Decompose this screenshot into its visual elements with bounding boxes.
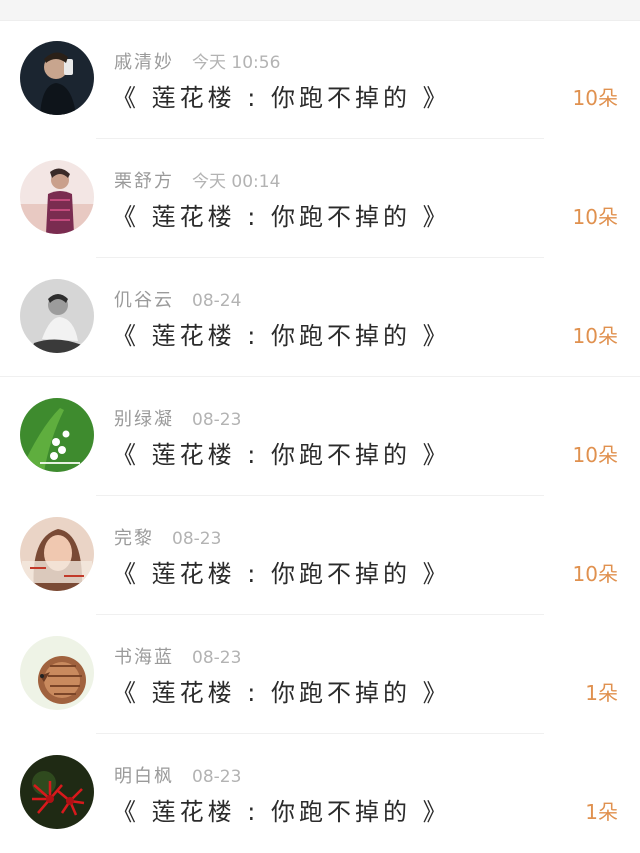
avatar[interactable]	[20, 279, 94, 353]
timestamp: 08-23	[192, 648, 242, 668]
avatar[interactable]	[20, 41, 94, 115]
avatar-image	[20, 160, 94, 234]
avatar-image	[20, 279, 94, 353]
user-line: 完黎 08-23	[114, 524, 222, 549]
list-item[interactable]: 书海蓝 08-23 《 莲花楼 : 你跑不掉的 》 1朵	[0, 615, 640, 734]
book-title[interactable]: 《 莲花楼 : 你跑不掉的 》	[112, 554, 451, 589]
user-name[interactable]: 栗舒方	[114, 171, 174, 192]
book-title[interactable]: 《 莲花楼 : 你跑不掉的 》	[112, 792, 451, 827]
gift-count: 1朵	[585, 800, 618, 824]
list-item[interactable]: 完黎 08-23 《 莲花楼 : 你跑不掉的 》 10朵	[0, 496, 640, 615]
avatar[interactable]	[20, 755, 94, 829]
user-line: 明白枫 08-23	[114, 762, 242, 787]
timestamp: 今天 10:56	[192, 53, 281, 73]
user-name[interactable]: 仉谷云	[114, 290, 174, 311]
gift-count: 1朵	[585, 681, 618, 705]
user-name[interactable]: 戚清妙	[114, 52, 174, 73]
user-name[interactable]: 完黎	[114, 528, 154, 549]
avatar-image	[20, 755, 94, 829]
book-title[interactable]: 《 莲花楼 : 你跑不掉的 》	[112, 197, 451, 232]
user-line: 戚清妙 今天 10:56	[114, 48, 281, 73]
avatar[interactable]	[20, 636, 94, 710]
book-title[interactable]: 《 莲花楼 : 你跑不掉的 》	[112, 316, 451, 351]
avatar-image	[20, 517, 94, 591]
book-title[interactable]: 《 莲花楼 : 你跑不掉的 》	[112, 78, 451, 113]
user-line: 书海蓝 08-23	[114, 643, 242, 668]
top-bar	[0, 0, 640, 21]
list-item[interactable]: 仉谷云 08-24 《 莲花楼 : 你跑不掉的 》 10朵	[0, 258, 640, 377]
book-title[interactable]: 《 莲花楼 : 你跑不掉的 》	[112, 673, 451, 708]
avatar-image	[20, 636, 94, 710]
timestamp: 08-23	[172, 529, 222, 549]
timestamp: 08-24	[192, 291, 242, 311]
user-line: 仉谷云 08-24	[114, 286, 242, 311]
book-title[interactable]: 《 莲花楼 : 你跑不掉的 》	[112, 435, 451, 470]
avatar[interactable]	[20, 517, 94, 591]
timestamp: 今天 00:14	[192, 172, 281, 192]
avatar-image	[20, 41, 94, 115]
user-name[interactable]: 明白枫	[114, 766, 174, 787]
user-name[interactable]: 别绿凝	[114, 409, 174, 430]
user-line: 别绿凝 08-23	[114, 405, 242, 430]
list-item[interactable]: 栗舒方 今天 00:14 《 莲花楼 : 你跑不掉的 》 10朵	[0, 139, 640, 258]
user-name[interactable]: 书海蓝	[114, 647, 174, 668]
gift-list: 戚清妙 今天 10:56 《 莲花楼 : 你跑不掉的 》 10朵 栗舒方 今天 00…	[0, 20, 640, 853]
avatar[interactable]	[20, 398, 94, 472]
list-item[interactable]: 明白枫 08-23 《 莲花楼 : 你跑不掉的 》 1朵	[0, 734, 640, 853]
avatar-image	[20, 398, 94, 472]
gift-count: 10朵	[572, 205, 618, 229]
gift-count: 10朵	[572, 324, 618, 348]
list-item[interactable]: 戚清妙 今天 10:56 《 莲花楼 : 你跑不掉的 》 10朵	[0, 20, 640, 139]
timestamp: 08-23	[192, 767, 242, 787]
gift-count: 10朵	[572, 443, 618, 467]
gift-list-page: 戚清妙 今天 10:56 《 莲花楼 : 你跑不掉的 》 10朵 栗舒方 今天 00…	[0, 0, 640, 853]
gift-count: 10朵	[572, 562, 618, 586]
gift-count: 10朵	[572, 86, 618, 110]
avatar[interactable]	[20, 160, 94, 234]
timestamp: 08-23	[192, 410, 242, 430]
list-item[interactable]: 别绿凝 08-23 《 莲花楼 : 你跑不掉的 》 10朵	[0, 377, 640, 496]
user-line: 栗舒方 今天 00:14	[114, 167, 281, 192]
